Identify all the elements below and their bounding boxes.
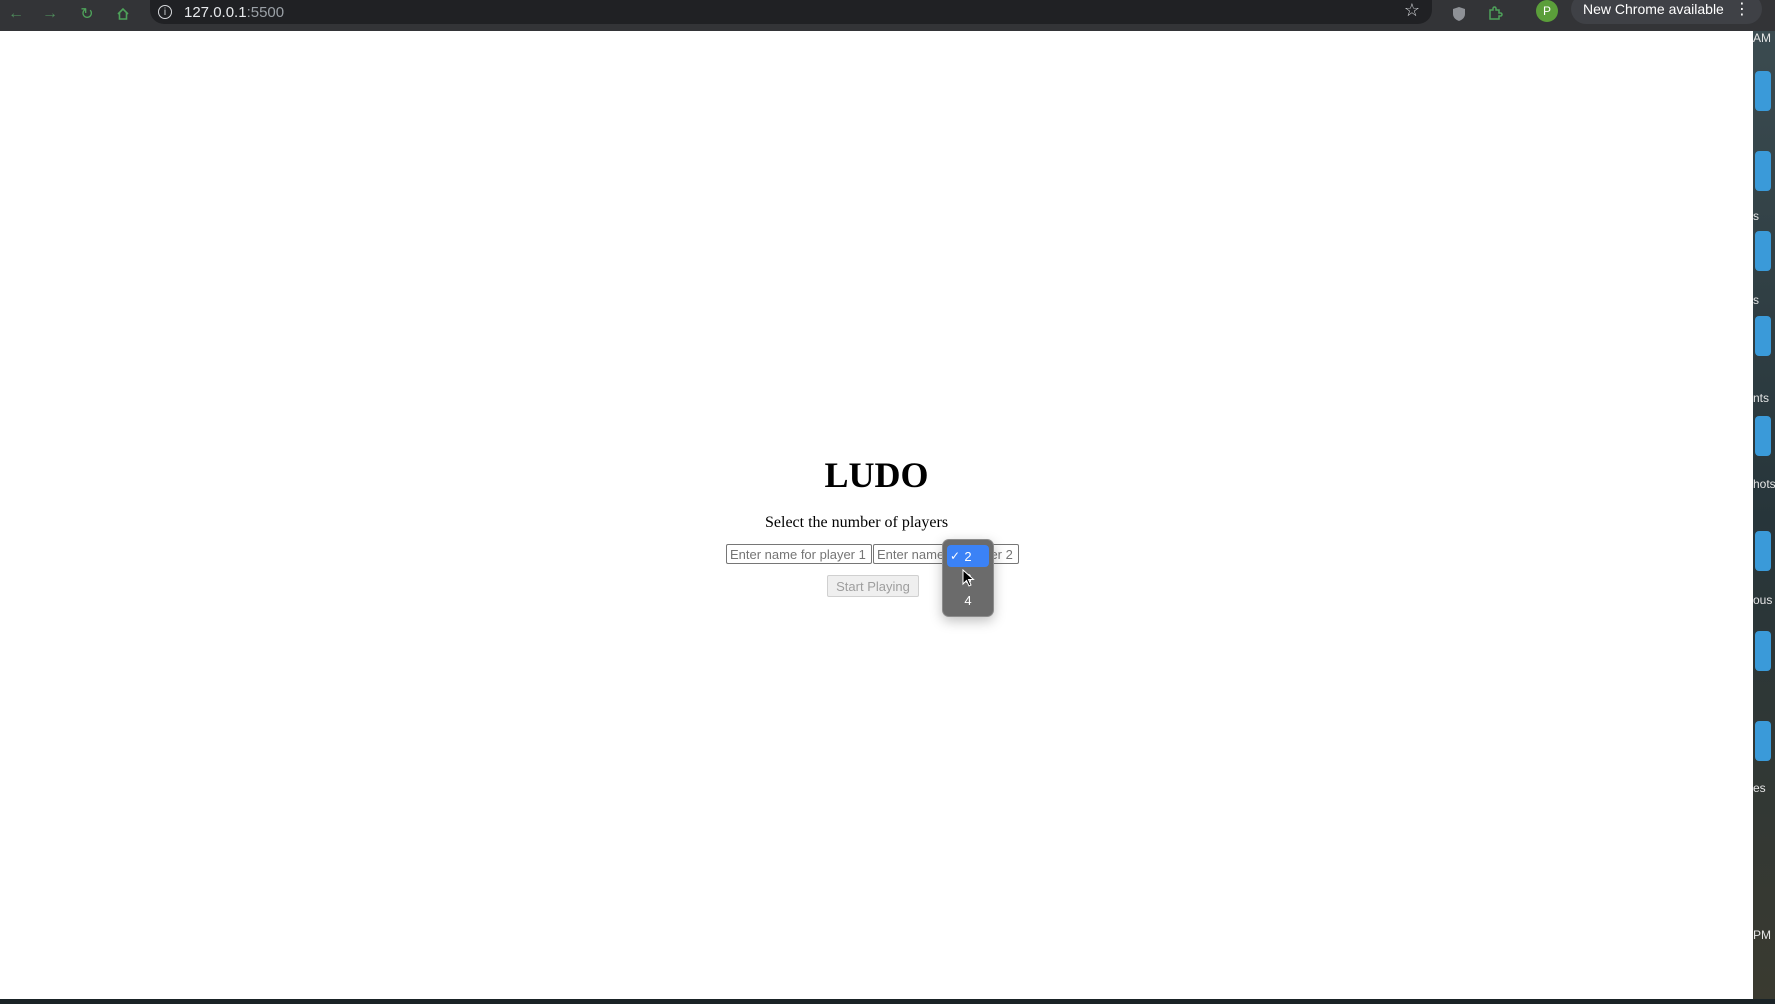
desktop-label: PM	[1753, 928, 1771, 942]
back-arrow-icon[interactable]: ←	[4, 2, 28, 26]
site-info-icon[interactable]: i	[158, 5, 172, 19]
desktop-folder-icon[interactable]	[1755, 416, 1771, 456]
desktop-label: s	[1753, 209, 1759, 223]
home-icon[interactable]	[111, 2, 135, 26]
reload-icon[interactable]: ↻	[75, 2, 99, 26]
player-count-label: Select the number of players	[765, 514, 949, 531]
bookmark-star-icon[interactable]: ☆	[1404, 0, 1420, 21]
desktop-folder-icon[interactable]	[1755, 531, 1771, 571]
url-text: 127.0.0.1:5500	[184, 3, 285, 21]
desktop-label: nts	[1753, 391, 1770, 405]
player-1-name-input[interactable]	[726, 544, 872, 564]
desktop-folder-icon[interactable]	[1755, 151, 1771, 191]
desktop-folder-icon[interactable]	[1755, 631, 1771, 671]
start-playing-button[interactable]: Start Playing	[827, 575, 919, 597]
dropdown-option-2[interactable]: ✓ 2	[947, 545, 989, 567]
update-label: New Chrome available	[1583, 1, 1724, 17]
desktop-folder-icon[interactable]	[1755, 71, 1771, 111]
profile-avatar[interactable]: P	[1536, 0, 1558, 22]
desktop-bottom-edge	[0, 999, 1775, 1004]
dropdown-option-4[interactable]: 4	[947, 589, 989, 611]
desktop-label: es	[1753, 781, 1766, 795]
desktop-label: AM	[1753, 31, 1771, 45]
desktop-folder-icon[interactable]	[1755, 316, 1771, 356]
forward-arrow-icon[interactable]: →	[38, 2, 62, 26]
desktop-folder-icon[interactable]	[1755, 721, 1771, 761]
more-menu-icon[interactable]: ⋮	[1734, 0, 1750, 19]
desktop-folder-icon[interactable]	[1755, 231, 1771, 271]
desktop-label: s	[1753, 293, 1759, 307]
ublock-shield-icon[interactable]	[1448, 3, 1470, 25]
checkmark-icon: ✓	[950, 549, 961, 563]
desktop-background: AM s s nts hots ous es PM	[1753, 31, 1775, 1004]
browser-toolbar: ← → ↻ i 127.0.0.1:5500 ☆ P New Chrome av…	[0, 0, 1775, 31]
desktop-label: ous	[1753, 593, 1773, 607]
desktop-label: hots	[1753, 477, 1775, 491]
extensions-puzzle-icon[interactable]	[1484, 3, 1506, 25]
page-viewport: LUDO Select the number of players Start …	[0, 31, 1753, 999]
page-title: LUDO	[824, 455, 929, 495]
address-bar[interactable]: i 127.0.0.1:5500 ☆	[150, 0, 1432, 24]
update-chrome-button[interactable]: New Chrome available ⋮	[1571, 0, 1762, 24]
mouse-pointer-icon	[962, 569, 975, 587]
